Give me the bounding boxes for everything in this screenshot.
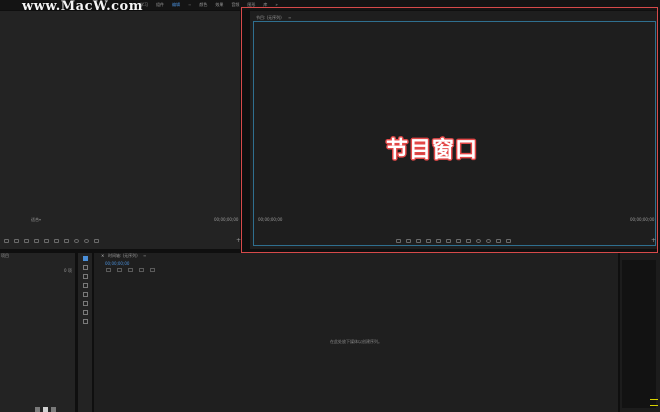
snap-icon[interactable] bbox=[117, 268, 122, 272]
wrench-icon[interactable] bbox=[150, 268, 155, 272]
timeline-tab[interactable]: 时间轴: (无序列) bbox=[108, 253, 138, 258]
audio-meter-track bbox=[622, 260, 656, 408]
audio-meter-level bbox=[650, 405, 658, 406]
workspace-tab-menu-icon[interactable]: ≡ bbox=[188, 1, 191, 9]
overwrite-icon[interactable] bbox=[84, 239, 89, 243]
play-icon[interactable] bbox=[44, 239, 49, 243]
mark-out-icon[interactable] bbox=[406, 239, 411, 243]
go-to-in-icon[interactable] bbox=[426, 239, 431, 243]
new-item-icon[interactable] bbox=[51, 407, 56, 412]
track-select-tool-icon[interactable] bbox=[82, 265, 88, 270]
lift-icon[interactable] bbox=[476, 239, 481, 243]
source-monitor-panel bbox=[0, 11, 240, 249]
linked-selection-icon[interactable] bbox=[128, 268, 133, 272]
pen-tool-icon[interactable] bbox=[82, 301, 88, 306]
export-frame-icon[interactable] bbox=[94, 239, 99, 243]
audio-meter-level bbox=[650, 399, 658, 400]
add-button-icon[interactable]: + bbox=[651, 238, 656, 244]
insert-icon[interactable] bbox=[74, 239, 79, 243]
step-back-icon[interactable] bbox=[436, 239, 441, 243]
add-marker-icon[interactable] bbox=[416, 239, 421, 243]
project-panel-title[interactable]: 项目 bbox=[1, 253, 9, 258]
nest-icon[interactable] bbox=[106, 268, 111, 272]
list-view-icon[interactable] bbox=[35, 407, 40, 412]
timeline-close-icon[interactable]: × bbox=[101, 253, 104, 258]
project-item-count: 0 项 bbox=[64, 268, 72, 273]
selection-tool-icon[interactable] bbox=[82, 256, 88, 261]
comparison-view-icon[interactable] bbox=[506, 239, 511, 243]
source-timecode: 00;00;00;00 bbox=[214, 217, 239, 222]
workspace-tab-audio[interactable]: 音频 bbox=[231, 1, 239, 9]
program-monitor-tab[interactable]: 节目: (无序列) bbox=[256, 15, 282, 20]
timeline-panel bbox=[94, 253, 618, 412]
go-to-out-icon[interactable] bbox=[64, 239, 69, 243]
workspace-tab-editing[interactable]: 编辑 bbox=[172, 1, 180, 9]
type-tool-icon[interactable] bbox=[82, 319, 88, 324]
mark-out-icon[interactable] bbox=[14, 239, 19, 243]
timeline-timecode[interactable]: 00;00;00;00 bbox=[105, 261, 129, 266]
program-timecode-duration: 00;00;00;00 bbox=[630, 217, 655, 222]
tab-menu-icon[interactable]: ≡ bbox=[288, 15, 291, 20]
mark-in-icon[interactable] bbox=[4, 239, 9, 243]
workspace-tab-effects[interactable]: 效果 bbox=[215, 1, 223, 9]
ripple-edit-tool-icon[interactable] bbox=[82, 274, 88, 279]
timeline-toolbar bbox=[106, 268, 161, 272]
slip-tool-icon[interactable] bbox=[82, 292, 88, 297]
extract-icon[interactable] bbox=[486, 239, 491, 243]
step-back-icon[interactable] bbox=[34, 239, 39, 243]
timeline-empty-message: 在此处放下媒体以创建序列。 bbox=[330, 339, 382, 344]
project-panel bbox=[0, 253, 75, 412]
go-to-out-icon[interactable] bbox=[466, 239, 471, 243]
mark-in-icon[interactable] bbox=[396, 239, 401, 243]
tab-menu-icon[interactable]: ≡ bbox=[143, 253, 146, 258]
workspace-tab-color[interactable]: 颜色 bbox=[199, 1, 207, 9]
go-to-in-icon[interactable] bbox=[24, 239, 29, 243]
workspace-tab-assembly[interactable]: 组件 bbox=[156, 1, 164, 9]
workspace-tab-learn[interactable]: 学习 bbox=[140, 1, 148, 9]
razor-tool-icon[interactable] bbox=[82, 283, 88, 288]
program-timecode-current: 00;00;00;00 bbox=[258, 217, 283, 222]
project-footer-buttons bbox=[35, 407, 59, 412]
icon-view-icon[interactable] bbox=[43, 407, 48, 412]
step-forward-icon[interactable] bbox=[54, 239, 59, 243]
add-marker-icon[interactable] bbox=[139, 268, 144, 272]
chevron-down-icon: ▾ bbox=[39, 217, 42, 222]
play-icon[interactable] bbox=[446, 239, 451, 243]
program-window-annotation: 节目窗口 bbox=[386, 138, 479, 163]
program-transport-controls bbox=[396, 239, 516, 243]
step-forward-icon[interactable] bbox=[456, 239, 461, 243]
source-fit-dropdown[interactable]: 适合 bbox=[31, 217, 39, 222]
hand-tool-icon[interactable] bbox=[82, 310, 88, 315]
source-transport-controls bbox=[4, 239, 104, 243]
tools-panel bbox=[78, 253, 92, 412]
export-frame-icon[interactable] bbox=[496, 239, 501, 243]
